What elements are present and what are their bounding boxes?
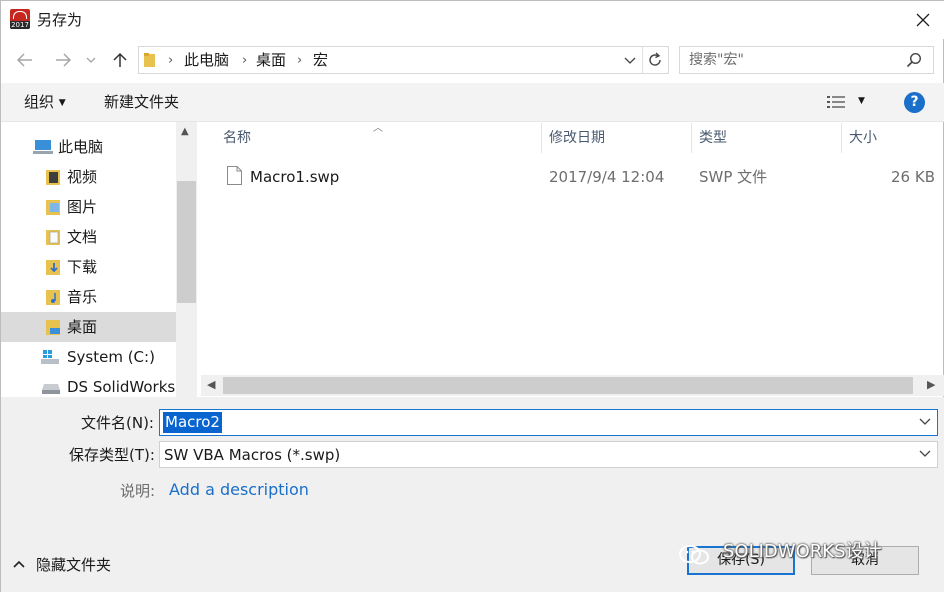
solidworks-app-icon: 2017 [10,9,30,29]
filetype-label: 保存类型(T): [69,446,155,464]
chevron-down-icon [624,57,636,64]
filetype-value: SW VBA Macros (*.swp) [164,446,341,464]
file-size: 26 KB [891,168,935,186]
address-dropdown-button[interactable] [623,52,639,68]
scroll-up-icon[interactable]: ▲ [181,126,189,137]
downloads-folder-icon [46,260,62,275]
refresh-button[interactable] [647,52,665,69]
nav-item-music[interactable]: 音乐 [1,282,176,312]
video-folder-icon [46,170,62,185]
breadcrumb-desktop[interactable]: 桌面 [256,51,286,70]
arrow-right-icon [56,53,71,67]
navigation-pane: 此电脑 视频 图片 文档 下载 音乐 桌面 System (C:) DS Sol… [1,122,197,397]
desktop-folder-icon [46,320,62,335]
command-bar: 组织 ▼ 新建文件夹 ▼ [1,83,944,122]
list-view-icon [827,96,845,108]
address-bar[interactable]: › 此电脑 › 桌面 › 宏 [138,46,669,74]
breadcrumb-this-pc[interactable]: 此电脑 [184,51,229,70]
chevron-down-icon [86,57,96,63]
save-as-dialog: 2017 另存为 › 此电脑 › 桌面 › 宏 搜索"宏" 组织 ▼ 新建文件夹… [0,0,944,592]
scroll-right-icon[interactable]: ▶ [927,378,935,391]
caret-down-icon: ▼ [58,98,66,108]
forward-button[interactable] [49,46,77,74]
filetype-select[interactable]: SW VBA Macros (*.swp) [159,441,938,468]
file-name: Macro1.swp [250,168,340,186]
breadcrumb-separator-icon: › [168,53,174,68]
nav-item-pictures[interactable]: 图片 [1,192,176,222]
column-header-type[interactable]: 类型 [699,129,727,147]
column-header-size[interactable]: 大小 [849,129,877,147]
refresh-icon [649,52,661,66]
back-button[interactable] [11,46,39,74]
folder-icon [144,53,157,67]
nav-item-desktop[interactable]: 桌面 [1,312,176,342]
column-separator [541,123,542,153]
chevron-up-icon[interactable] [13,556,27,568]
title-bar [1,1,944,39]
filename-label: 文件名(N): [81,414,154,432]
nav-item-downloads[interactable]: 下载 [1,252,176,282]
add-description-link[interactable]: Add a description [169,480,309,500]
filename-input[interactable]: Macro2 [159,409,938,436]
column-header-name[interactable]: 名称 [223,129,251,147]
help-button[interactable]: ? [904,92,925,113]
new-folder-button[interactable]: 新建文件夹 [104,93,179,112]
nav-item-this-pc[interactable]: 此电脑 [1,132,176,162]
organize-button[interactable]: 组织 ▼ [24,93,66,113]
search-icon [906,52,922,68]
arrow-left-icon [17,53,32,67]
up-button[interactable] [106,46,134,74]
column-separator [841,123,842,153]
view-dropdown-icon[interactable]: ▼ [858,96,865,106]
description-label: 说明: [120,482,156,500]
window-title: 另存为 [37,11,83,29]
address-divider [642,47,643,73]
arrow-up-icon [113,52,127,67]
nav-item-system-drive[interactable]: System (C:) [1,342,176,372]
sort-up-icon: ︿ [373,123,383,134]
file-list-hscrollbar-thumb[interactable] [223,377,913,394]
file-modified: 2017/9/4 12:04 [549,168,665,186]
documents-folder-icon [46,230,62,245]
chevron-down-icon [919,447,931,461]
help-icon: ? [910,94,919,110]
column-separator [691,123,692,153]
nav-item-videos[interactable]: 视频 [1,162,176,192]
drive-icon [41,382,61,396]
nav-scrollbar-thumb[interactable] [177,181,196,303]
recent-locations-button[interactable] [81,46,101,74]
file-type: SWP 文件 [699,168,768,186]
hide-folders-button[interactable]: 隐藏文件夹 [36,555,111,575]
breadcrumb-separator-icon: › [242,53,248,68]
pictures-folder-icon [46,200,62,215]
search-input[interactable]: 搜索"宏" [689,51,744,70]
column-header-modified[interactable]: 修改日期 [549,129,605,147]
wechat-icon [678,544,712,566]
chevron-down-icon[interactable] [919,415,931,429]
computer-icon [33,140,53,154]
filename-value: Macro2 [163,412,222,433]
view-options-button[interactable] [827,95,845,109]
watermark-text: SOLIDWORKS设计 [723,541,882,562]
scroll-left-icon[interactable]: ◀ [207,378,215,391]
music-folder-icon [46,290,62,305]
nav-item-documents[interactable]: 文档 [1,222,176,252]
breadcrumb-macros[interactable]: 宏 [313,51,328,70]
close-icon [916,13,930,27]
windows-drive-icon [41,350,61,364]
close-button[interactable] [901,1,944,39]
file-icon [227,166,242,185]
breadcrumb-separator-icon: › [297,53,303,68]
search-box[interactable]: 搜索"宏" [679,46,934,74]
